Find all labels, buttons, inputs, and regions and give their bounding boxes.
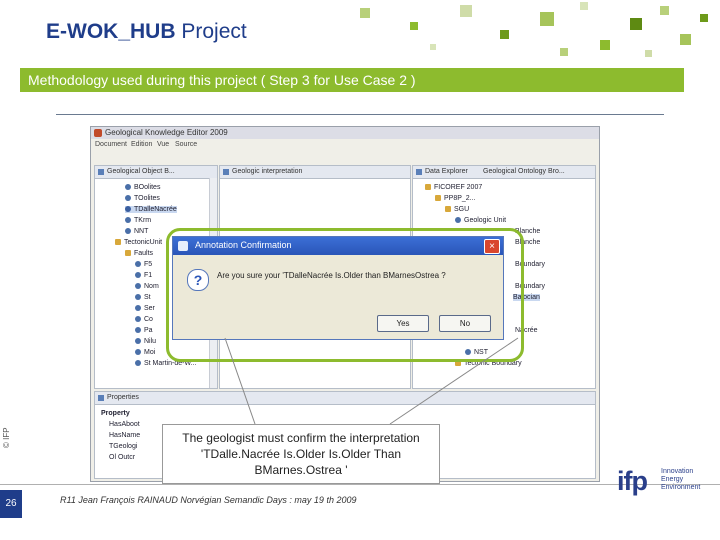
- menu-source[interactable]: Source: [175, 141, 197, 148]
- tree-item-faults[interactable]: Faults: [125, 250, 153, 257]
- callout-box: The geologist must confirm the interpret…: [162, 424, 440, 484]
- properties-pane-tab[interactable]: Properties: [95, 392, 595, 405]
- tree-item-sgu[interactable]: SGU: [445, 206, 469, 213]
- decorative-mosaic: [300, 0, 720, 70]
- tree-item-boolites[interactable]: BOolites: [125, 184, 160, 191]
- question-icon: ?: [187, 269, 209, 291]
- footer-divider: [0, 484, 720, 485]
- dialog-message: Are you sure your 'TDalleNacrée Is.Older…: [217, 271, 446, 280]
- slide-number: 26: [0, 490, 22, 518]
- tree-item-nom[interactable]: Nom: [135, 283, 159, 290]
- menu-edition[interactable]: Edition: [131, 141, 152, 148]
- property-row[interactable]: HasName: [109, 432, 140, 439]
- dialog-titlebar: Annotation Confirmation ×: [173, 237, 503, 255]
- tree-item-moi[interactable]: Moi: [135, 349, 155, 356]
- property-row[interactable]: TGeologi: [109, 443, 137, 450]
- title-strong: E-WOK_HUB: [46, 20, 176, 43]
- dialog-app-icon: [178, 241, 188, 251]
- title-rest: Project: [181, 20, 247, 43]
- menubar: Document Edition Vue Source: [91, 140, 599, 150]
- menu-document[interactable]: Document: [95, 141, 127, 148]
- dialog-title: Annotation Confirmation: [195, 240, 292, 250]
- property-header: Property: [101, 410, 130, 417]
- tree-item-nnt[interactable]: NNT: [125, 228, 148, 235]
- copyright: © IFP: [2, 427, 11, 448]
- slide-title: E-WOK_HUB Project: [46, 20, 247, 44]
- tree-item-tdallenacree[interactable]: TDalleNacrée: [125, 206, 177, 213]
- right-pane-tab-2[interactable]: Geological Ontology Bro...: [483, 168, 565, 175]
- tree-item-f1[interactable]: F1: [135, 272, 152, 279]
- logo-tagline: Innovation Energy Environment: [661, 468, 701, 491]
- app-icon: [94, 129, 102, 137]
- callout-text: The geologist must confirm the interpret…: [182, 431, 420, 477]
- menu-vue[interactable]: Vue: [157, 141, 169, 148]
- divider: [56, 114, 664, 115]
- tree-item-toolites[interactable]: TOolites: [125, 195, 160, 202]
- tree-item-pp8p[interactable]: PP8P_2...: [435, 195, 476, 202]
- no-button[interactable]: No: [439, 315, 491, 332]
- property-row[interactable]: Ol Outcr: [109, 454, 135, 461]
- window-titlebar: Geological Knowledge Editor 2009: [91, 127, 599, 139]
- tree-item-geologic-unit[interactable]: Geologic Unit: [455, 217, 506, 224]
- tree-item-pa[interactable]: Pa: [135, 327, 153, 334]
- close-icon[interactable]: ×: [484, 239, 500, 254]
- tree-item-f5[interactable]: F5: [135, 261, 152, 268]
- tree-item-tectonicunit[interactable]: TectonicUnit: [115, 239, 162, 246]
- window-title: Geological Knowledge Editor 2009: [105, 128, 228, 137]
- footer-text: R11 Jean François RAINAUD Norvégian Sema…: [60, 495, 357, 505]
- tree-item-st[interactable]: St: [135, 294, 151, 301]
- left-pane-tab[interactable]: Geological Object B...: [95, 166, 217, 179]
- tree-item-ficoref[interactable]: FICOREF 2007: [425, 184, 482, 191]
- confirmation-dialog: Annotation Confirmation × ? Are you sure…: [172, 236, 504, 340]
- yes-button[interactable]: Yes: [377, 315, 429, 332]
- center-pane-tab[interactable]: Geologic interpretation: [220, 166, 410, 179]
- tree-item-tkrm[interactable]: TKrm: [125, 217, 151, 224]
- subtitle-bar: Methodology used during this project ( S…: [20, 68, 684, 92]
- right-pane-tab[interactable]: Data Explorer Geological Ontology Bro...: [413, 166, 595, 179]
- tree-item-ser[interactable]: Ser: [135, 305, 155, 312]
- property-row[interactable]: HasAboot: [109, 421, 140, 428]
- tree-item-nilu[interactable]: Nilu: [135, 338, 156, 345]
- tree-item-co[interactable]: Co: [135, 316, 153, 323]
- ifp-logo: ifp: [617, 466, 648, 496]
- subtitle: Methodology used during this project ( S…: [28, 72, 416, 88]
